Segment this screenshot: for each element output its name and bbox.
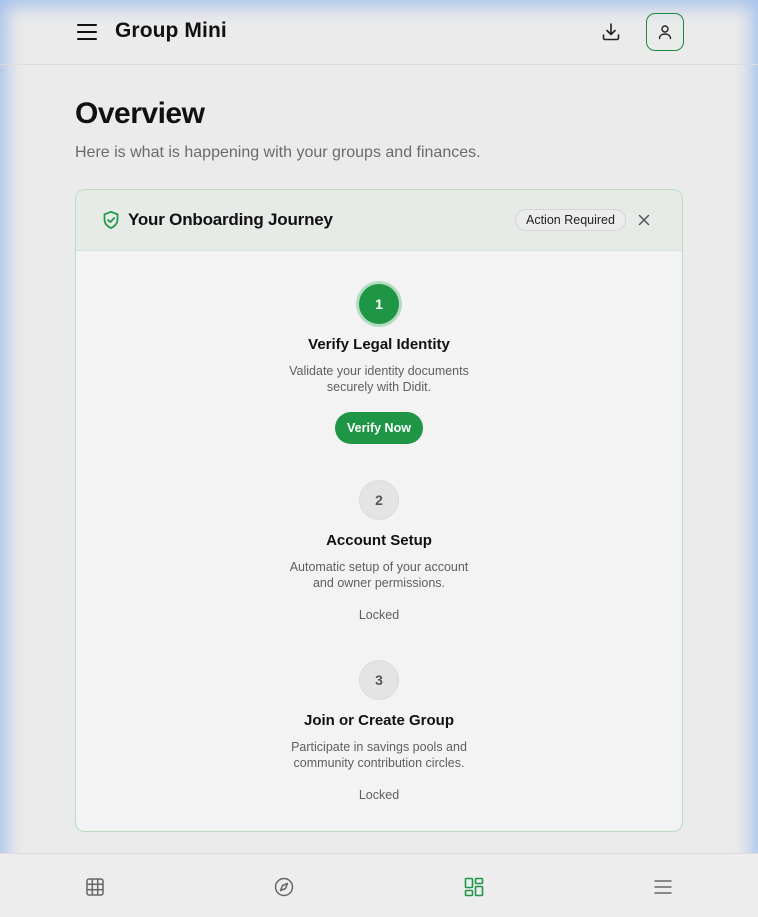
compass-icon[interactable] [274,877,294,897]
dashboard-icon[interactable] [464,877,484,897]
list-menu-icon[interactable] [653,877,673,897]
step-status-locked: Locked [358,608,400,622]
step-number-badge: 1 [359,284,399,324]
onboarding-title: Your Onboarding Journey [128,210,333,229]
user-icon [658,25,672,40]
app-title: Group Mini [115,19,227,42]
step-title: Join or Create Group [303,712,455,729]
onboarding-step-1: 1 Verify Legal Identity Validate your id… [76,284,682,444]
step-number-badge: 3 [359,660,399,700]
grid-icon[interactable] [85,877,105,897]
step-title: Account Setup [326,532,432,549]
bottom-navigation [0,853,758,917]
onboarding-step-3: 3 Join or Create Group Participate in sa… [76,660,682,802]
menu-icon[interactable] [76,21,98,43]
profile-button[interactable] [646,13,684,51]
step-number-badge: 2 [359,480,399,520]
close-icon[interactable] [636,212,652,228]
step-description: Validate your identity documents securel… [289,364,469,394]
step-description: Automatic setup of your account and owne… [289,560,469,590]
verify-now-button[interactable]: Verify Now [335,412,423,444]
top-header: Group Mini [0,0,758,65]
download-icon[interactable] [600,21,622,43]
onboarding-card-header: Your Onboarding Journey Action Required [76,190,682,251]
onboarding-card: Your Onboarding Journey Action Required … [75,189,683,832]
page-title: Overview [75,97,205,130]
status-badge: Action Required [515,209,626,231]
step-status-locked: Locked [358,788,400,802]
page-subtitle: Here is what is happening with your grou… [75,144,481,161]
step-description: Participate in savings pools and communi… [291,740,467,770]
step-title: Verify Legal Identity [308,336,450,353]
app-frame: Group Mini Overview Here is what is happ… [0,0,758,917]
shield-check-icon [101,210,121,230]
onboarding-step-2: 2 Account Setup Automatic setup of your … [76,480,682,622]
